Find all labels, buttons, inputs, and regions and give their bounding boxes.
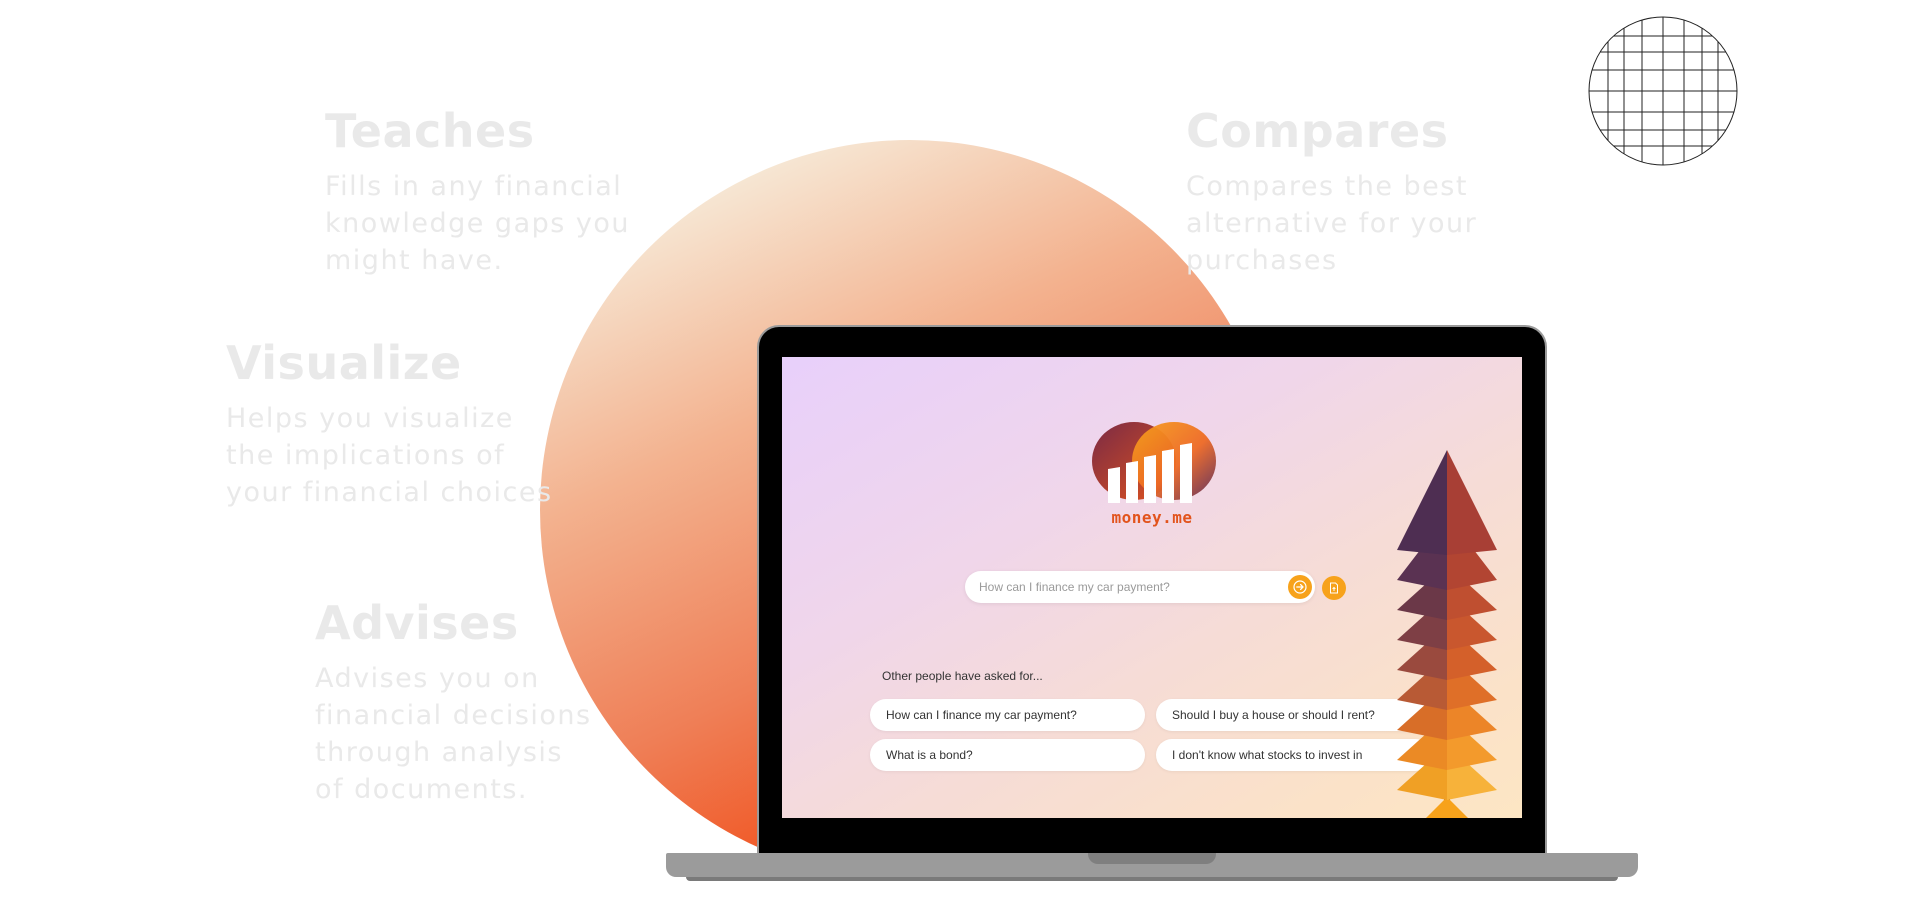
- suggestions-heading: Other people have asked for...: [882, 669, 1043, 683]
- feature-title: Visualize: [226, 336, 462, 390]
- feature-compares: Compares Compares the best alternative f…: [1186, 108, 1477, 279]
- feature-description: Helps you visualize the implications of …: [226, 403, 553, 508]
- search-input[interactable]: [979, 571, 1279, 603]
- document-upload-icon: [1330, 582, 1338, 594]
- suggestion-chip[interactable]: Should I buy a house or should I rent?: [1156, 699, 1431, 731]
- submit-button[interactable]: [1288, 575, 1312, 599]
- suggestion-chip[interactable]: What is a bond?: [870, 739, 1145, 771]
- search-bar: [965, 571, 1315, 603]
- feature-title: Compares: [1186, 104, 1449, 158]
- decorative-tree: [1397, 450, 1497, 818]
- suggestion-chip[interactable]: I don't know what stocks to invest in: [1156, 739, 1431, 771]
- feature-description: Compares the best alternative for your p…: [1186, 171, 1478, 276]
- feature-title: Teaches: [325, 104, 535, 158]
- suggestion-chip[interactable]: How can I finance my car payment?: [870, 699, 1145, 731]
- app-screen: money.me Other people have asked for... …: [782, 357, 1522, 818]
- upload-document-button[interactable]: [1322, 576, 1346, 600]
- feature-description: Fills in any financial knowledge gaps yo…: [325, 171, 631, 276]
- feature-title: Advises: [315, 596, 519, 650]
- feature-advises: Advises Advises you on financial decisio…: [315, 600, 592, 808]
- feature-teaches: Teaches Fills in any financial knowledge…: [325, 108, 630, 279]
- arrow-right-icon: [1293, 580, 1307, 594]
- grid-globe-icon: [1588, 16, 1738, 166]
- laptop-notch: [1088, 853, 1216, 864]
- laptop-base-edge: [686, 877, 1618, 881]
- money-me-logo: [1092, 422, 1216, 503]
- feature-description: Advises you on financial decisions throu…: [315, 663, 592, 805]
- feature-visualize: Visualize Helps you visualize the implic…: [226, 340, 553, 511]
